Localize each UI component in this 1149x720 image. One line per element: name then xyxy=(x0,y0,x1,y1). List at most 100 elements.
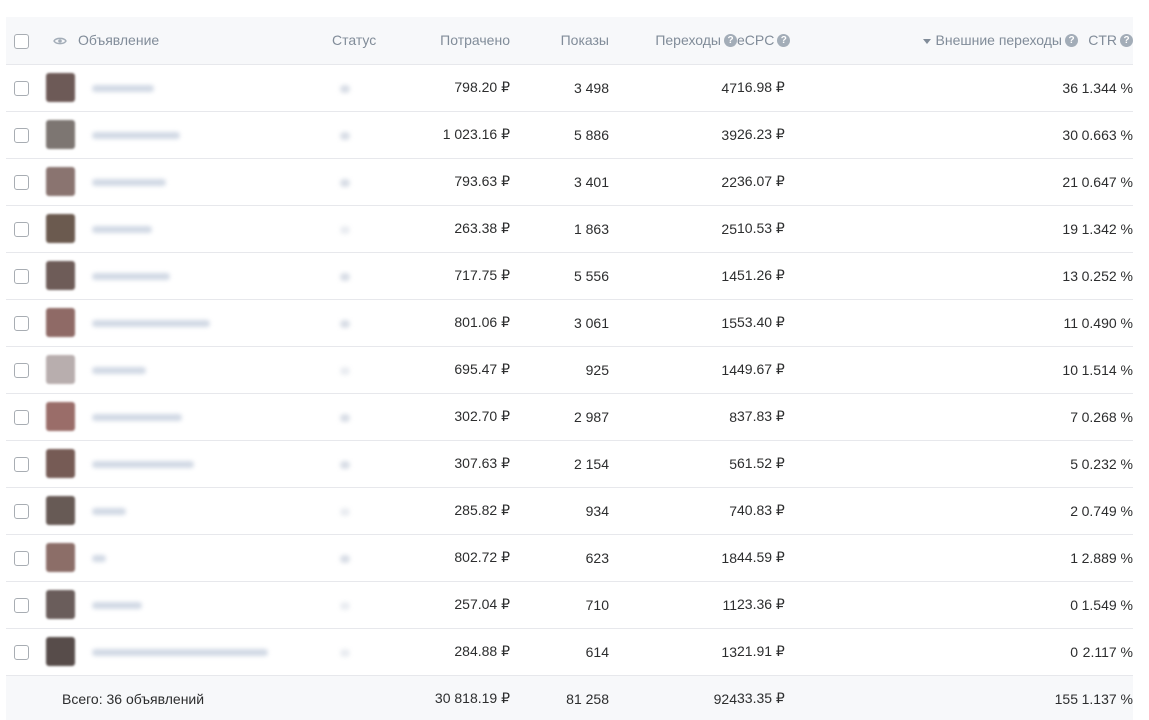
ad-status-redacted xyxy=(340,413,350,422)
ad-name-redacted[interactable] xyxy=(92,320,210,328)
ad-name-cell[interactable] xyxy=(78,534,332,581)
ad-name-redacted[interactable] xyxy=(92,226,152,234)
cell-ecpc: 36.07 ₽ xyxy=(737,173,785,189)
row-thumbnail-cell xyxy=(42,346,78,393)
ad-name-cell[interactable] xyxy=(78,252,332,299)
row-checkbox-icon[interactable] xyxy=(14,268,29,284)
table-row[interactable]: 1 023.16 ₽ 5 886 39 26.23 ₽ 30 0.663 % xyxy=(6,111,1133,158)
cell-external-clicks: 7 xyxy=(1070,408,1078,425)
ad-name-redacted[interactable] xyxy=(92,85,154,93)
column-header-status[interactable]: Статус xyxy=(332,17,412,64)
table-row[interactable]: 302.70 ₽ 2 987 8 37.83 ₽ 7 0.268 % xyxy=(6,393,1133,440)
row-checkbox-icon[interactable] xyxy=(14,503,29,519)
ad-name-cell[interactable] xyxy=(78,581,332,628)
total-external-clicks: 155 xyxy=(1054,690,1078,707)
table-row[interactable]: 285.82 ₽ 934 7 40.83 ₽ 2 0.749 % xyxy=(6,487,1133,534)
ad-name-cell[interactable] xyxy=(78,393,332,440)
ad-thumbnail[interactable] xyxy=(45,308,75,337)
ad-name-redacted[interactable] xyxy=(92,273,170,281)
row-checkbox-icon[interactable] xyxy=(14,315,29,331)
row-thumbnail-cell xyxy=(42,158,78,205)
table-row[interactable]: 695.47 ₽ 925 14 49.67 ₽ 10 1.514 % xyxy=(6,346,1133,393)
ad-name-cell[interactable] xyxy=(78,487,332,534)
select-all-checkbox-icon[interactable] xyxy=(14,33,29,49)
table-row[interactable]: 284.88 ₽ 614 13 21.91 ₽ 0 2.117 % xyxy=(6,628,1133,675)
ad-name-redacted[interactable] xyxy=(92,461,194,469)
ad-name-redacted[interactable] xyxy=(92,555,106,563)
table-row[interactable]: 798.20 ₽ 3 498 47 16.98 ₽ 36 1.344 % xyxy=(6,64,1133,111)
ad-name-cell[interactable] xyxy=(78,158,332,205)
help-icon[interactable]: ? xyxy=(1120,34,1133,48)
column-header-clicks[interactable]: Переходы? xyxy=(609,17,737,64)
row-checkbox-icon[interactable] xyxy=(14,221,29,237)
help-icon[interactable]: ? xyxy=(777,34,791,48)
cell-shows: 710 xyxy=(585,596,609,613)
row-checkbox-icon[interactable] xyxy=(14,362,29,378)
ad-thumbnail[interactable] xyxy=(45,355,75,384)
help-icon[interactable]: ? xyxy=(724,34,737,48)
ad-name-redacted[interactable] xyxy=(92,132,180,140)
ad-name-cell[interactable] xyxy=(78,111,332,158)
ad-thumbnail[interactable] xyxy=(45,167,75,196)
help-icon[interactable]: ? xyxy=(1065,34,1078,48)
cell-clicks: 25 xyxy=(721,220,737,237)
row-checkbox-icon[interactable] xyxy=(14,409,29,425)
cell-ecpc: 23.36 ₽ xyxy=(737,596,785,612)
ad-status-cell xyxy=(332,440,412,487)
table-row[interactable]: 307.63 ₽2 154 5 61.52 ₽5 0.232 % xyxy=(6,440,1133,487)
row-checkbox-icon[interactable] xyxy=(14,174,29,190)
ad-thumbnail[interactable] xyxy=(45,543,75,572)
ad-thumbnail[interactable] xyxy=(45,637,75,666)
column-header-shows[interactable]: Показы xyxy=(510,17,609,64)
cell-ctr: 0.663 % xyxy=(1081,126,1133,143)
ad-thumbnail[interactable] xyxy=(45,449,75,478)
column-header-name[interactable]: Объявление xyxy=(78,17,332,64)
ad-name-redacted[interactable] xyxy=(92,508,126,516)
table-row[interactable]: 802.72 ₽ 623 18 44.59 ₽ 1 2.889 % xyxy=(6,534,1133,581)
eye-icon[interactable] xyxy=(53,33,67,49)
ad-thumbnail[interactable] xyxy=(45,261,75,290)
row-checkbox-icon[interactable] xyxy=(14,80,29,96)
cell-ctr: 2.117 % xyxy=(1082,643,1133,660)
row-checkbox-icon[interactable] xyxy=(14,550,29,566)
table-row[interactable]: 257.04 ₽ 710 11 23.36 ₽ 0 1.549 % xyxy=(6,581,1133,628)
ad-name-cell[interactable] xyxy=(78,346,332,393)
column-header-ecpc[interactable]: eCPC? xyxy=(737,17,837,64)
table-row[interactable]: 801.06 ₽ 3 061 15 53.40 ₽ 11 0.490 % xyxy=(6,299,1133,346)
column-header-ctr[interactable]: CTR? xyxy=(1078,17,1133,64)
ad-name-cell[interactable] xyxy=(78,205,332,252)
ad-name-cell[interactable] xyxy=(78,299,332,346)
ad-name-redacted[interactable] xyxy=(92,367,146,375)
column-header-external-clicks[interactable]: Внешние переходы? xyxy=(837,17,1078,64)
ad-thumbnail[interactable] xyxy=(45,496,75,525)
ad-thumbnail[interactable] xyxy=(45,73,75,102)
table-row[interactable]: 263.38 ₽ 1 863 25 10.53 ₽ 19 1.342 % xyxy=(6,205,1133,252)
ad-name-cell[interactable] xyxy=(78,64,332,111)
ad-name-cell[interactable] xyxy=(78,440,332,487)
ad-name-redacted[interactable] xyxy=(92,179,166,187)
row-checkbox-icon[interactable] xyxy=(14,597,29,613)
ad-thumbnail[interactable] xyxy=(45,402,75,431)
row-checkbox-icon[interactable] xyxy=(14,127,29,143)
row-checkbox-icon[interactable] xyxy=(14,644,29,660)
ad-name-redacted[interactable] xyxy=(92,649,268,657)
row-thumbnail-cell xyxy=(42,299,78,346)
ad-status-redacted xyxy=(340,554,350,563)
ad-name-redacted[interactable] xyxy=(92,602,142,610)
cell-ecpc: 53.40 ₽ xyxy=(737,314,785,330)
table-row[interactable]: 793.63 ₽ 3 401 22 36.07 ₽ 21 0.647 % xyxy=(6,158,1133,205)
row-thumbnail-cell xyxy=(42,534,78,581)
row-checkbox-icon[interactable] xyxy=(14,456,29,472)
cell-ecpc: 44.59 ₽ xyxy=(737,549,785,565)
column-header-spent-label: Потрачено xyxy=(440,32,510,49)
column-header-spent[interactable]: Потрачено xyxy=(412,17,510,64)
cell-external-clicks: 0 xyxy=(1070,596,1078,613)
ad-name-cell[interactable] xyxy=(78,628,332,675)
table-row[interactable]: 717.75 ₽ 5 556 14 51.26 ₽ 13 0.252 % xyxy=(6,252,1133,299)
ad-thumbnail[interactable] xyxy=(45,120,75,149)
ad-thumbnail[interactable] xyxy=(45,590,75,619)
select-all-cell xyxy=(6,17,42,64)
ad-status-redacted xyxy=(340,319,350,328)
ad-name-redacted[interactable] xyxy=(92,414,182,422)
ad-thumbnail[interactable] xyxy=(45,214,75,243)
